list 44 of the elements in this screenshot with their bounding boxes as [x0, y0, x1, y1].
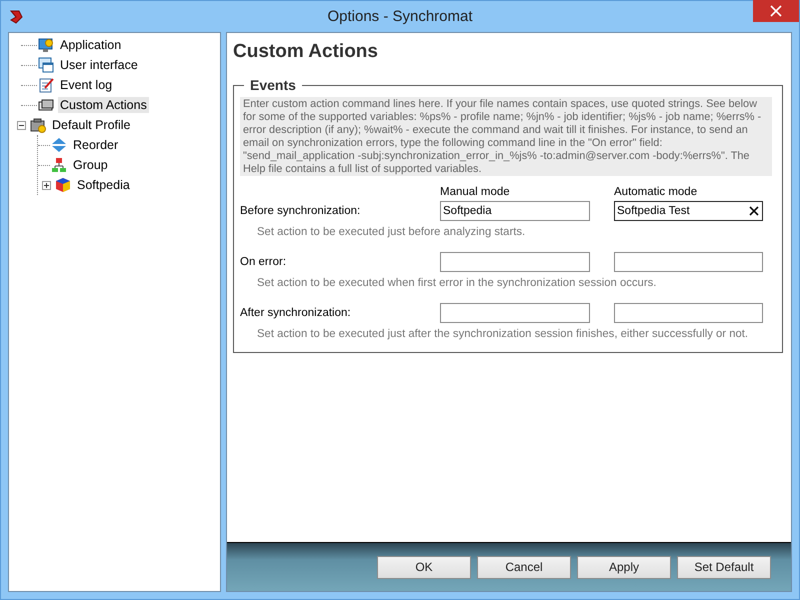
app-icon	[7, 8, 25, 26]
field-label: On error:	[240, 256, 288, 268]
tree-item[interactable]: Application	[58, 37, 124, 53]
hint-text: Set action to be executed when first error in the synchronization session occurs.	[256, 276, 658, 292]
field-label: After synchronization:	[240, 307, 352, 320]
tree-item-icon	[51, 137, 67, 153]
collapse-icon[interactable]	[17, 120, 26, 130]
text-field[interactable]	[614, 252, 763, 272]
tree-item[interactable]: Group	[71, 157, 110, 173]
tree-item-icon	[55, 177, 71, 193]
tree-item[interactable]: Event log	[58, 77, 114, 93]
close-icon	[770, 5, 782, 17]
dialog-button[interactable]: Set Default	[677, 556, 771, 578]
clear-icon[interactable]	[749, 206, 759, 216]
tree-item[interactable]: Custom Actions	[58, 97, 149, 113]
tree-item-icon	[30, 117, 46, 133]
tree-item-icon	[38, 97, 54, 113]
group-title: Events	[249, 77, 297, 93]
dialog-button[interactable]: OK	[377, 556, 471, 578]
text-field[interactable]	[614, 303, 763, 324]
close-button[interactable]	[753, 0, 799, 22]
tree-item-icon	[38, 37, 54, 53]
tree-item[interactable]: Reorder	[71, 137, 120, 153]
page-title: Custom Actions	[233, 41, 379, 63]
description: Enter custom action command lines here. If your file names contain spaces, use quoted strings. See below for some of the supported variables: %ps% - profile name; %jn% - job identifier; %js% - job name; %errs% - error description (if any); %wait% - execute the command and wait till it finishes. For instance, to send an email on synchronization errors, type the following command line in the "On error" field: "send_mail_application -subj:synchronization_error_in_%js% -to:admin@server.com -body:%errs%". The Help file contains a full list of supported variables.	[240, 97, 772, 176]
dialog-button[interactable]: Cancel	[477, 556, 571, 578]
text-field[interactable]: Softpedia	[440, 201, 590, 222]
dialog-button[interactable]: Apply	[577, 556, 671, 578]
expand-icon[interactable]	[42, 180, 51, 190]
column-header: Manual mode	[440, 186, 511, 200]
window-title: Options - Synchromat	[327, 8, 473, 25]
text-field[interactable]	[440, 252, 590, 272]
tree-item[interactable]: User interface	[58, 57, 140, 73]
hint-text: Set action to be executed just before analyzing starts.	[256, 225, 526, 240]
tree-item[interactable]: Default Profile	[50, 117, 133, 133]
hint-text: Set action to be executed just after the synchronization session finishes, either successfully or not.	[256, 327, 750, 340]
tree-item-icon	[51, 157, 67, 173]
tree-item[interactable]: Softpedia	[75, 177, 132, 193]
tree-item-icon	[38, 77, 54, 93]
tree-item-icon	[38, 57, 54, 73]
field-label: Before synchronization:	[240, 205, 362, 218]
text-field[interactable]	[440, 303, 590, 324]
column-header: Automatic mode	[614, 186, 698, 200]
text-field[interactable]: Softpedia Test	[614, 201, 763, 222]
